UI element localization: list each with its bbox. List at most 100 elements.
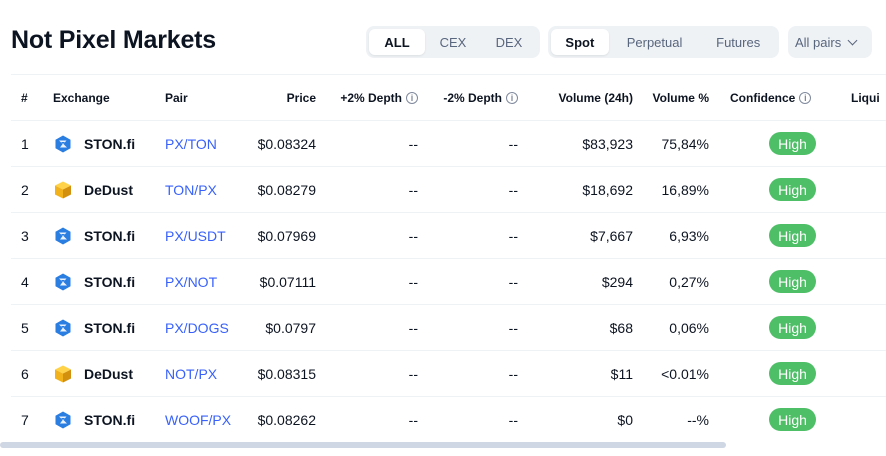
volume-cell: $18,692 (582, 181, 633, 198)
plus-depth-cell: -- (408, 273, 418, 290)
confidence-badge: High (769, 316, 816, 339)
price-cell: $0.08279 (257, 181, 316, 198)
confidence-badge: High (769, 270, 816, 293)
table-row[interactable]: 3 STON.fi PX/USDT $0.07969 -- -- $7,667 6,93% Hi… (11, 212, 886, 258)
pair-link[interactable]: WOOF/PX (165, 412, 231, 428)
pair-link[interactable]: PX/TON (165, 136, 217, 152)
volume-cell: $11 (610, 365, 633, 382)
price-cell: $0.08262 (257, 411, 316, 428)
pairs-dropdown-label: All pairs (795, 34, 842, 50)
header-volume[interactable]: Volume (24h) (543, 75, 633, 120)
horizontal-scrollbar[interactable] (0, 442, 726, 448)
tab-spot[interactable]: Spot (551, 29, 609, 55)
volume-pct-cell: <0.01% (661, 365, 709, 382)
pair-link[interactable]: PX/NOT (165, 274, 217, 290)
ston-fi-icon (53, 134, 73, 154)
volume-pct-cell: 16,89% (661, 181, 709, 198)
confidence-cell: High (730, 259, 840, 304)
minus-depth-cell: -- (508, 273, 518, 290)
exchange-name: STON.fi (84, 411, 136, 428)
exchange-cell[interactable]: DeDust (53, 167, 163, 212)
table-row[interactable]: 6 DeDust NOT/PX $0.08315 -- -- $11 <0.01% High (11, 350, 886, 396)
volume-pct-cell: 6,93% (669, 227, 709, 244)
plus-depth-cell: -- (408, 319, 418, 336)
minus-depth-cell: -- (508, 227, 518, 244)
exchange-cell[interactable]: STON.fi (53, 305, 163, 350)
ston-fi-icon (53, 410, 73, 430)
pair-link[interactable]: NOT/PX (165, 366, 217, 382)
volume-pct-cell: 75,84% (661, 135, 709, 152)
confidence-cell: High (730, 351, 840, 396)
header-confidence[interactable]: Confidence i (730, 75, 840, 120)
volume-cell: $0 (617, 411, 633, 428)
confidence-cell: High (730, 305, 840, 350)
table-header: # Exchange Pair Price +2% Depth i -2% De… (11, 74, 886, 120)
price-cell: $0.0797 (265, 319, 316, 336)
volume-pct-cell: 0,27% (669, 273, 709, 290)
header-volume-pct[interactable]: Volume % (643, 75, 709, 120)
table-row[interactable]: 1 STON.fi PX/TON $0.08324 -- -- $83,923 75,84% H… (11, 120, 886, 166)
row-index: 1 (21, 135, 29, 152)
plus-depth-cell: -- (408, 365, 418, 382)
volume-pct-cell: --% (687, 411, 709, 428)
exchange-name: DeDust (84, 365, 134, 382)
pairs-dropdown[interactable]: All pairs (788, 26, 872, 58)
info-icon[interactable]: i (506, 91, 518, 104)
ston-fi-icon (53, 272, 73, 292)
header-exchange[interactable]: Exchange (53, 75, 163, 120)
exchange-cell[interactable]: DeDust (53, 351, 163, 396)
exchange-name: STON.fi (84, 273, 136, 290)
header-plus-depth-label: +2% Depth (340, 90, 402, 105)
tab-perpetual[interactable]: Perpetual (609, 29, 701, 55)
tab-dex[interactable]: DEX (481, 29, 537, 55)
row-index: 2 (21, 181, 29, 198)
minus-depth-cell: -- (508, 319, 518, 336)
minus-depth-cell: -- (508, 181, 518, 198)
volume-cell: $68 (609, 319, 633, 336)
info-icon[interactable]: i (799, 91, 812, 104)
header-minus-depth-label: -2% Depth (443, 90, 502, 105)
exchange-name: DeDust (84, 181, 134, 198)
volume-cell: $7,667 (590, 227, 633, 244)
plus-depth-cell: -- (408, 411, 418, 428)
minus-depth-cell: -- (508, 365, 518, 382)
confidence-cell: High (730, 213, 840, 258)
exchange-cell[interactable]: STON.fi (53, 213, 163, 258)
price-cell: $0.08315 (257, 365, 316, 382)
table-row[interactable]: 7 STON.fi WOOF/PX $0.08262 -- -- $0 --% High (11, 396, 886, 442)
header-minus-depth[interactable]: -2% Depth i (431, 75, 518, 120)
confidence-cell: High (730, 121, 840, 166)
table-row[interactable]: 2 DeDust TON/PX $0.08279 -- -- $18,692 16,89% Hi… (11, 166, 886, 212)
header-price[interactable]: Price (233, 75, 316, 120)
exchange-type-tabs: ALL CEX DEX (366, 26, 540, 58)
row-index: 3 (21, 227, 29, 244)
confidence-badge: High (769, 362, 816, 385)
exchange-cell[interactable]: STON.fi (53, 121, 163, 166)
header-confidence-label: Confidence (730, 90, 796, 105)
chevron-down-icon (847, 35, 858, 45)
info-icon[interactable]: i (406, 91, 418, 104)
pair-link[interactable]: PX/DOGS (165, 320, 229, 336)
header-index: # (21, 90, 28, 105)
market-type-tabs: Spot Perpetual Futures (548, 26, 779, 58)
minus-depth-cell: -- (508, 135, 518, 152)
tab-cex[interactable]: CEX (425, 29, 481, 55)
header-plus-depth[interactable]: +2% Depth i (331, 75, 418, 120)
confidence-cell: High (730, 397, 840, 442)
confidence-cell: High (730, 167, 840, 212)
table-row[interactable]: 5 STON.fi PX/DOGS $0.0797 -- -- $68 0,06% High (11, 304, 886, 350)
confidence-badge: High (769, 224, 816, 247)
tab-futures[interactable]: Futures (700, 29, 776, 55)
exchange-cell[interactable]: STON.fi (53, 259, 163, 304)
header-liquidity[interactable]: Liqui (851, 75, 886, 120)
volume-pct-cell: 0,06% (669, 319, 709, 336)
dedust-icon (53, 364, 73, 384)
exchange-cell[interactable]: STON.fi (53, 397, 163, 442)
pair-link[interactable]: TON/PX (165, 182, 217, 198)
pair-link[interactable]: PX/USDT (165, 228, 226, 244)
plus-depth-cell: -- (408, 181, 418, 198)
dedust-icon (53, 180, 73, 200)
tab-all[interactable]: ALL (369, 29, 425, 55)
row-index: 6 (21, 365, 29, 382)
table-row[interactable]: 4 STON.fi PX/NOT $0.07111 -- -- $294 0,27% High (11, 258, 886, 304)
